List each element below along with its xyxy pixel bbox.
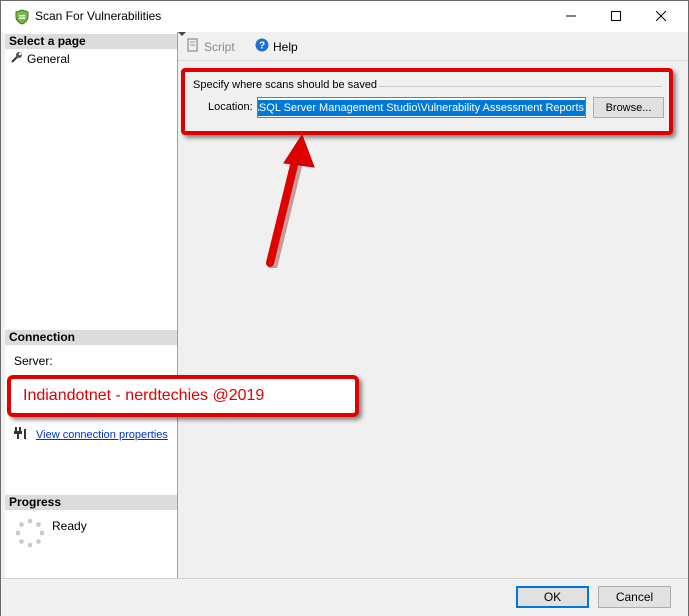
help-button[interactable]: ? Help — [255, 38, 298, 55]
page-item-label: General — [27, 51, 70, 66]
left-pane: Select a page General Connection Server: — [5, 32, 178, 578]
progress-spinner-icon — [14, 517, 46, 549]
script-button[interactable]: Script — [186, 38, 235, 55]
connection-properties-icon — [14, 427, 28, 442]
svg-text:?: ? — [259, 41, 265, 52]
minimize-icon — [566, 10, 576, 24]
location-label: Location: — [208, 101, 253, 113]
select-page-header: Select a page — [5, 34, 177, 49]
cancel-button[interactable]: Cancel — [598, 586, 671, 608]
group-title: Specify where scans should be saved — [193, 79, 382, 91]
script-dropdown-arrow[interactable] — [178, 32, 186, 36]
toolbar: Script ? Help — [178, 32, 688, 61]
browse-button[interactable]: Browse... — [593, 97, 664, 118]
minimize-button[interactable] — [548, 1, 594, 32]
progress-status: Ready — [52, 519, 87, 533]
group-divider — [379, 86, 662, 87]
location-value: nts\SQL Server Management Studio\Vulnera… — [258, 99, 585, 116]
script-icon — [186, 38, 204, 55]
dialog-window: Scan For Vulnerabilities Select a page G… — [0, 0, 689, 616]
shield-app-icon — [14, 9, 30, 25]
watermark-text: Indiandotnet - nerdtechies @2019 — [23, 387, 265, 404]
help-icon: ? — [255, 38, 273, 55]
connection-header: Connection — [5, 330, 177, 345]
close-button[interactable] — [638, 1, 684, 32]
maximize-button[interactable] — [593, 1, 639, 32]
view-connection-link[interactable]: View connection properties — [36, 429, 168, 441]
scan-location-group: Specify where scans should be saved Loca… — [186, 76, 665, 121]
view-connection-properties[interactable]: View connection properties — [14, 427, 168, 442]
wrench-icon — [11, 51, 27, 66]
watermark-banner: Indiandotnet - nerdtechies @2019 — [7, 375, 359, 417]
page-item-general[interactable]: General — [11, 51, 70, 66]
close-icon — [655, 10, 667, 24]
window-title: Scan For Vulnerabilities — [35, 9, 162, 23]
annotation-arrow — [266, 133, 315, 268]
progress-header: Progress — [5, 495, 177, 510]
dialog-button-bar: OK Cancel — [1, 578, 688, 616]
title-bar[interactable]: Scan For Vulnerabilities — [1, 1, 688, 32]
help-label: Help — [273, 39, 298, 54]
server-label: Server: — [14, 354, 53, 368]
location-input[interactable]: nts\SQL Server Management Studio\Vulnera… — [257, 97, 586, 118]
maximize-icon — [611, 10, 621, 24]
script-label: Script — [204, 39, 235, 54]
ok-button[interactable]: OK — [516, 586, 589, 608]
